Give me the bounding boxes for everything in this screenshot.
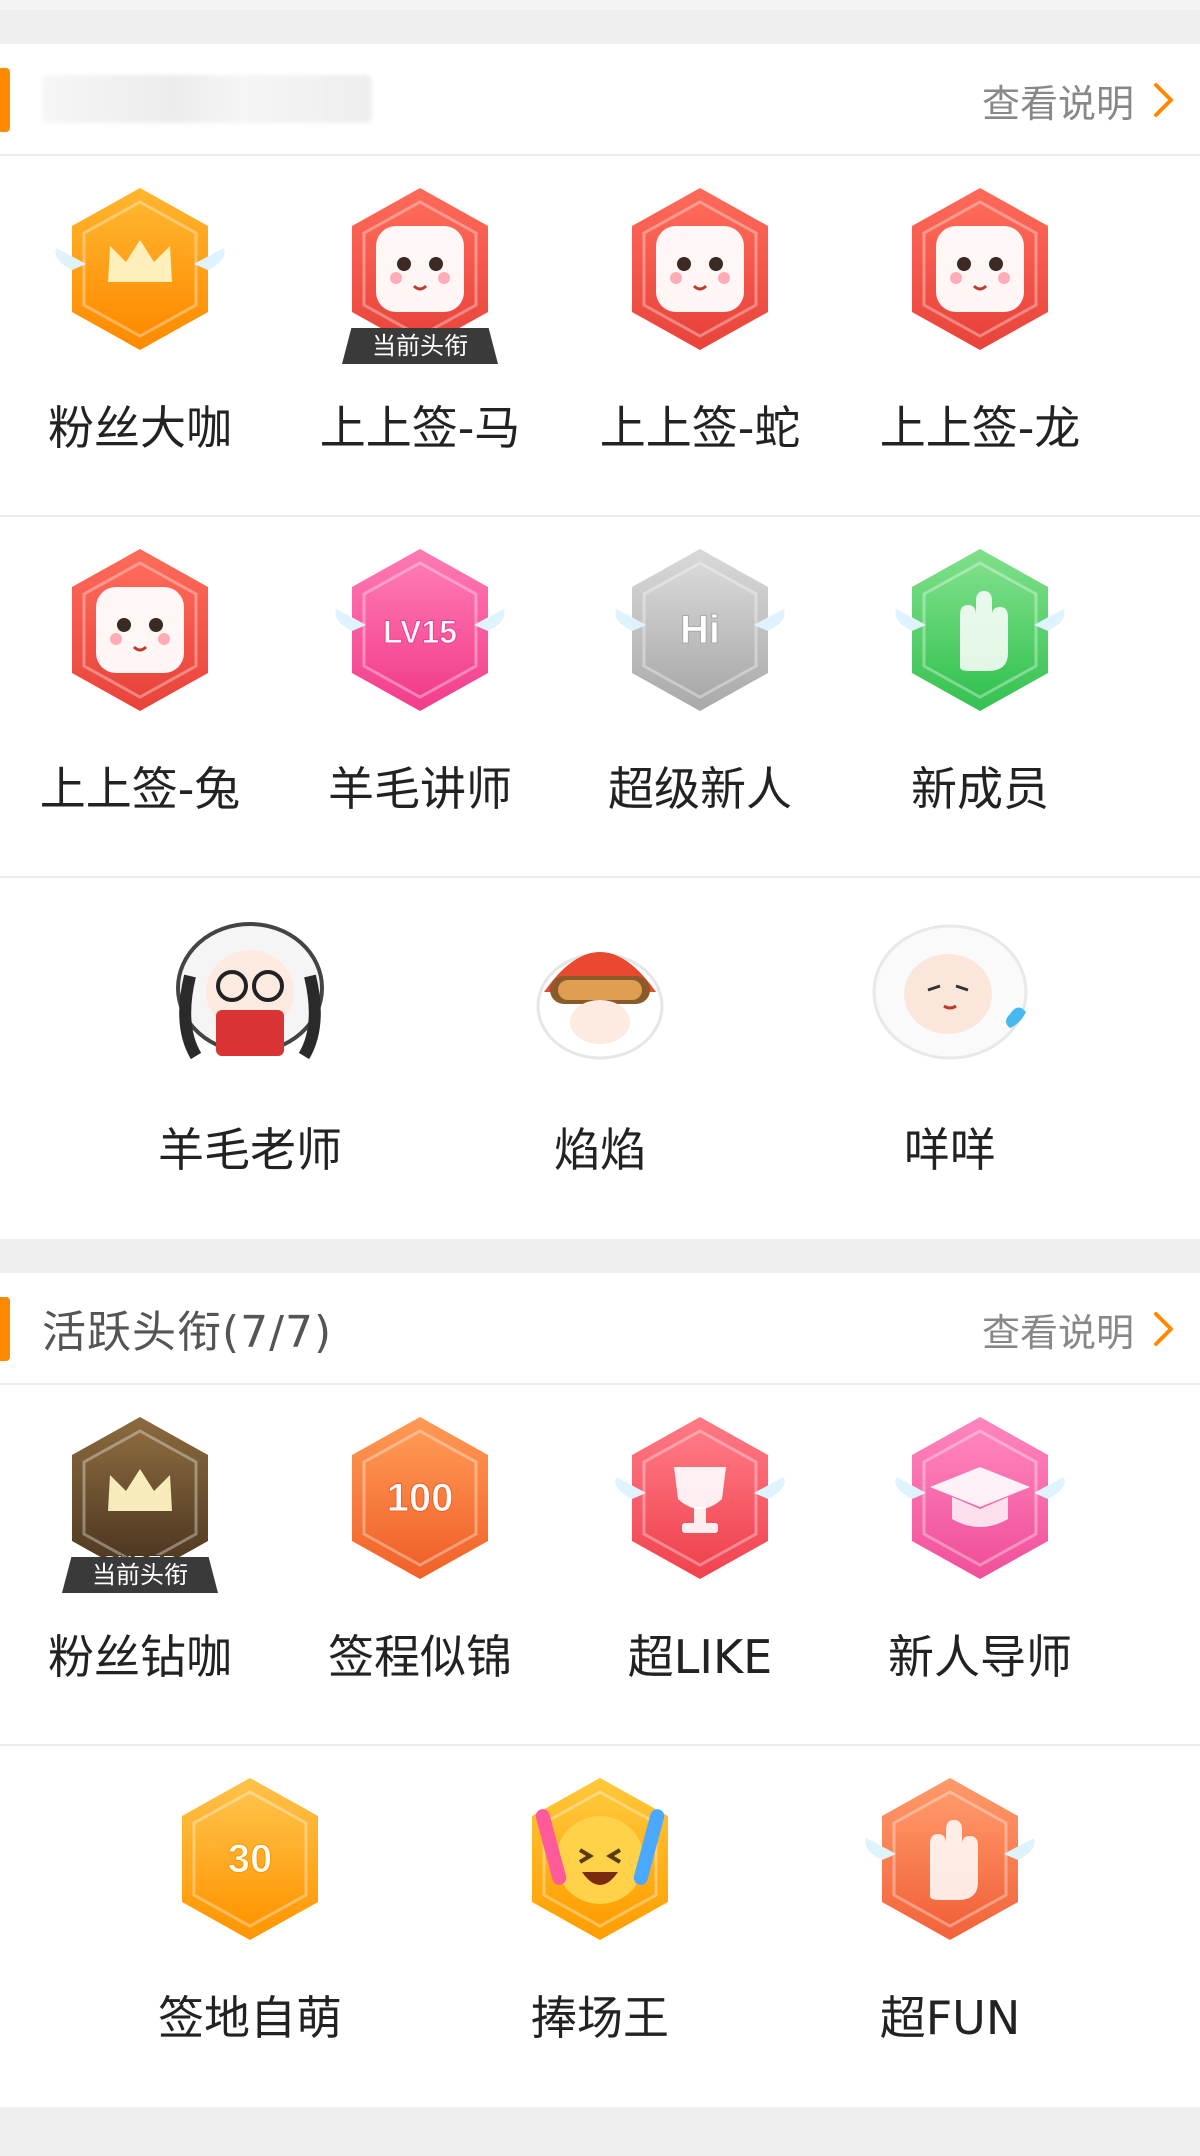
badge-label: 粉丝大咖	[48, 401, 232, 455]
view-explanation-label: 查看说明	[981, 81, 1134, 126]
titles-section-owned: 查看说明 粉丝大咖 当前头衔上上签-马 上上签-蛇 上上签-龙 上上签-兔 LV…	[0, 44, 1200, 1239]
avatar-row: 羊毛老师 焰焰 咩咩	[0, 878, 1200, 1239]
rabbit-badge-icon	[72, 549, 208, 711]
svg-text:30: 30	[228, 1837, 273, 1881]
badge-image	[890, 174, 1070, 364]
badge-row: 30 签地自萌 捧场王 超FUN	[0, 1746, 1200, 2107]
badge-label: 咩咩	[904, 1123, 996, 1177]
badge-image	[510, 896, 690, 1086]
badge-image	[610, 174, 790, 364]
sheep-teacher-icon	[176, 922, 324, 1060]
title-badge-item[interactable]: 当前头衔上上签-马	[280, 156, 560, 515]
badge-image: LV15	[330, 535, 510, 725]
rock-hand-badge-icon	[865, 1778, 1035, 1940]
30-days-badge-icon: 30	[182, 1778, 318, 1940]
badge-image: Hi	[610, 535, 790, 725]
badge-label: 捧场王	[531, 1991, 669, 2045]
badge-label: 签程似锦	[328, 1630, 512, 1684]
title-badge-item[interactable]: 上上签-蛇	[560, 156, 840, 515]
title-badge-item[interactable]: 上上签-龙	[840, 156, 1120, 515]
title-badge-item[interactable]: SUPER当前头衔粉丝钻咖	[0, 1385, 280, 1744]
current-title-tag: 当前头衔	[62, 1557, 218, 1593]
trophy-badge-icon	[615, 1417, 785, 1579]
badge-image: 30	[160, 1764, 340, 1954]
100-days-badge-icon: 100	[352, 1417, 488, 1579]
badge-label: 超LIKE	[627, 1630, 773, 1684]
badge-label: 上上签-马	[319, 401, 521, 455]
badge-image	[610, 1403, 790, 1593]
badge-image	[160, 896, 340, 1086]
cheer-face-badge-icon	[532, 1778, 668, 1940]
bottom-spacer	[0, 2107, 1200, 2156]
badge-row: SUPER当前头衔粉丝钻咖 100 签程似锦 超LIKE 新人导师	[0, 1385, 1200, 1746]
badge-label: 签地自萌	[158, 1991, 342, 2045]
dragon-badge-icon	[912, 188, 1048, 350]
badge-label: 超FUN	[879, 1991, 1021, 2045]
svg-text:Hi: Hi	[680, 608, 720, 652]
title-badge-item[interactable]: 新成员	[840, 517, 1120, 876]
hi-badge-icon: Hi	[615, 549, 785, 711]
badge-image	[890, 1403, 1070, 1593]
section-title: 活跃头衔(7/7)	[42, 1307, 333, 1358]
title-badge-item[interactable]: 粉丝大咖	[0, 156, 280, 515]
avatar-item[interactable]: 咩咩	[775, 878, 1125, 1239]
lv15-badge-icon: LV15	[335, 549, 505, 711]
title-badge-item[interactable]: 捧场王	[425, 1746, 775, 2107]
section-header: 查看说明	[0, 44, 1200, 156]
current-title-tag: 当前头衔	[342, 328, 498, 364]
badge-image	[50, 535, 230, 725]
badge-label: 羊毛老师	[158, 1123, 342, 1177]
title-badge-item[interactable]: LV15 羊毛讲师	[280, 517, 560, 876]
badge-label: 超级新人	[608, 762, 792, 816]
badge-label: 羊毛讲师	[328, 762, 512, 816]
sheep-helmet-icon	[536, 952, 664, 1060]
svg-text:LV15: LV15	[383, 614, 457, 650]
badge-label: 焰焰	[554, 1123, 646, 1177]
badge-image: SUPER当前头衔	[50, 1403, 230, 1593]
graduation-cap-badge-icon	[895, 1417, 1065, 1579]
svg-text:100: 100	[387, 1476, 454, 1520]
badge-label: 上上签-兔	[39, 762, 241, 816]
view-explanation-label: 查看说明	[981, 1310, 1134, 1355]
title-badge-item[interactable]: 30 签地自萌	[75, 1746, 425, 2107]
section-spacer	[0, 1239, 1200, 1273]
badge-label: 上上签-蛇	[599, 401, 801, 455]
badge-row: 上上签-兔 LV15 羊毛讲师 Hi 超级新人 新成员	[0, 517, 1200, 878]
chevron-right-icon	[1154, 1312, 1173, 1346]
badge-image	[860, 1764, 1040, 1954]
badge-image	[510, 1764, 690, 1954]
badge-row: 粉丝大咖 当前头衔上上签-马 上上签-蛇 上上签-龙	[0, 156, 1200, 517]
badge-image: 100	[330, 1403, 510, 1593]
badge-image	[50, 174, 230, 364]
chevron-right-icon	[1154, 83, 1173, 117]
title-badge-item[interactable]: 超LIKE	[560, 1385, 840, 1744]
titles-section-active: 活跃头衔(7/7) 查看说明 SUPER当前头衔粉丝钻咖 100 签程似锦 超LI…	[0, 1273, 1200, 2107]
badge-label: 新人导师	[888, 1630, 1072, 1684]
badge-label: 新成员	[911, 762, 1049, 816]
section-title	[42, 75, 372, 123]
badge-image	[860, 896, 1040, 1086]
section-header: 活跃头衔(7/7) 查看说明	[0, 1273, 1200, 1385]
avatar-item[interactable]: 羊毛老师	[75, 878, 425, 1239]
view-explanation-link[interactable]: 查看说明	[982, 1273, 1176, 1385]
title-badge-item[interactable]: 100 签程似锦	[280, 1385, 560, 1744]
hand-badge-icon	[895, 549, 1065, 711]
title-badge-item[interactable]: 超FUN	[775, 1746, 1125, 2107]
badge-label: 上上签-龙	[879, 401, 1081, 455]
view-explanation-link[interactable]: 查看说明	[982, 44, 1176, 156]
section-accent-bar	[0, 68, 10, 132]
badge-label: 粉丝钻咖	[48, 1630, 232, 1684]
section-accent-bar	[0, 1297, 10, 1361]
title-badge-item[interactable]: 上上签-兔	[0, 517, 280, 876]
avatar-item[interactable]: 焰焰	[425, 878, 775, 1239]
snake-badge-icon	[632, 188, 768, 350]
crown-badge-icon	[55, 188, 225, 350]
sheep-cloud-icon	[872, 924, 1028, 1060]
top-spacer	[0, 0, 1200, 44]
title-badge-item[interactable]: Hi 超级新人	[560, 517, 840, 876]
badge-image	[890, 535, 1070, 725]
badge-image: 当前头衔	[330, 174, 510, 364]
title-badge-item[interactable]: 新人导师	[840, 1385, 1120, 1744]
